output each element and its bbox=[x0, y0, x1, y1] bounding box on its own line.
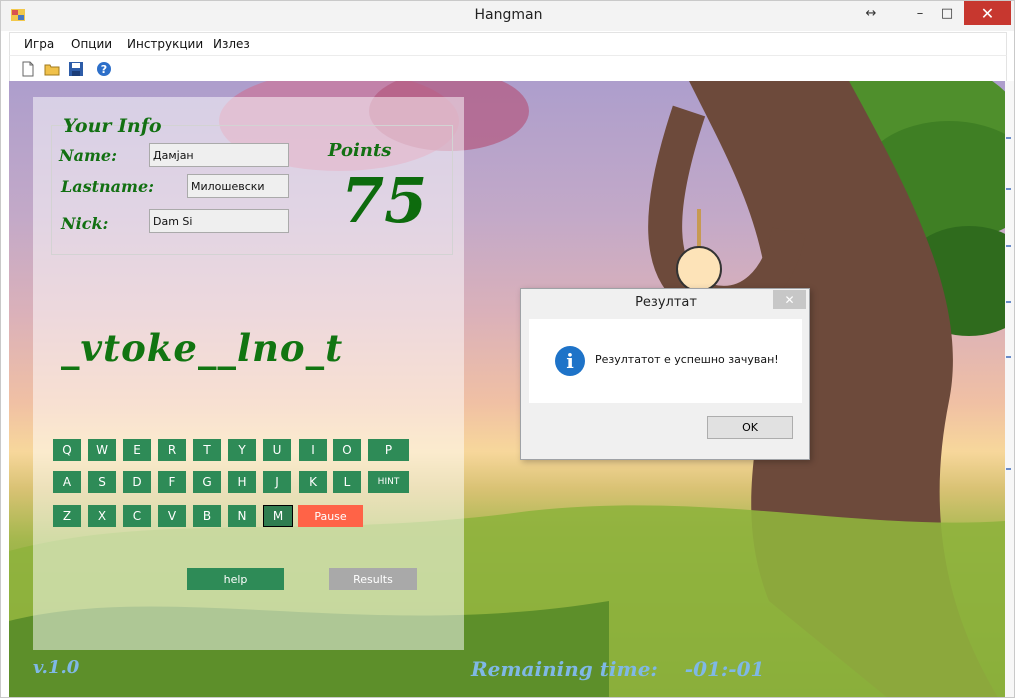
edge-mark bbox=[1006, 468, 1011, 470]
save-icon[interactable] bbox=[68, 61, 84, 77]
lastname-label: Lastname: bbox=[61, 177, 155, 196]
key-k[interactable]: K bbox=[299, 471, 327, 493]
dialog-body: i Резултатот е успешно зачуван! bbox=[529, 319, 802, 403]
svg-text:?: ? bbox=[101, 63, 107, 76]
results-button[interactable]: Results bbox=[329, 568, 417, 590]
key-n[interactable]: N bbox=[228, 505, 256, 527]
name-label: Name: bbox=[59, 146, 118, 165]
result-dialog: Резултат ✕ i Резултатот е успешно зачува… bbox=[520, 288, 810, 460]
key-m[interactable]: M bbox=[263, 505, 293, 527]
version-label: v.1.0 bbox=[33, 657, 80, 678]
key-c[interactable]: C bbox=[123, 505, 151, 527]
key-t[interactable]: T bbox=[193, 439, 221, 461]
lastname-field[interactable]: Милошевски bbox=[187, 174, 289, 198]
key-a[interactable]: A bbox=[53, 471, 81, 493]
key-j[interactable]: J bbox=[263, 471, 291, 493]
toolbar: ? bbox=[9, 55, 1007, 82]
key-x[interactable]: X bbox=[88, 505, 116, 527]
key-p[interactable]: P bbox=[368, 439, 409, 461]
pause-button[interactable]: Pause bbox=[298, 505, 363, 527]
edge-mark bbox=[1006, 137, 1011, 139]
key-i[interactable]: I bbox=[299, 439, 327, 461]
title-bar: Hangman ↔ – □ ✕ bbox=[1, 1, 1014, 31]
dialog-title: Резултат bbox=[635, 295, 697, 310]
key-l[interactable]: L bbox=[333, 471, 361, 493]
help-button[interactable]: help bbox=[187, 568, 284, 590]
key-u[interactable]: U bbox=[263, 439, 291, 461]
key-z[interactable]: Z bbox=[53, 505, 81, 527]
key-r[interactable]: R bbox=[158, 439, 186, 461]
key-v[interactable]: V bbox=[158, 505, 186, 527]
points-label: Points bbox=[328, 140, 392, 161]
menu-instructions[interactable]: Инструкции bbox=[127, 37, 203, 51]
resize-icon[interactable]: ↔ bbox=[849, 1, 893, 25]
key-d[interactable]: D bbox=[123, 471, 151, 493]
key-o[interactable]: O bbox=[333, 439, 361, 461]
edge-mark bbox=[1006, 245, 1011, 247]
key-q[interactable]: Q bbox=[53, 439, 81, 461]
dialog-close-button[interactable]: ✕ bbox=[773, 290, 806, 309]
menu-exit[interactable]: Излез bbox=[213, 37, 250, 51]
name-field[interactable]: Дамјан bbox=[149, 143, 289, 167]
open-folder-icon[interactable] bbox=[44, 61, 60, 77]
help-icon[interactable]: ? bbox=[96, 61, 112, 77]
key-g[interactable]: G bbox=[193, 471, 221, 493]
menu-options[interactable]: Опции bbox=[71, 37, 112, 51]
nick-label: Nick: bbox=[61, 214, 109, 233]
nick-field[interactable]: Dam Si bbox=[149, 209, 289, 233]
app-window: Hangman ↔ – □ ✕ Игра Опции Инструкции Из… bbox=[0, 0, 1015, 698]
hidden-word: _vtoke__lno_t bbox=[61, 326, 344, 370]
right-edge-strip bbox=[1005, 81, 1014, 697]
edge-mark bbox=[1006, 188, 1011, 190]
hint-button[interactable]: HINT bbox=[368, 471, 409, 493]
remaining-time-value: -01:-01 bbox=[684, 657, 765, 681]
menu-game[interactable]: Игра bbox=[24, 37, 54, 51]
key-s[interactable]: S bbox=[88, 471, 116, 493]
ok-button[interactable]: OK bbox=[707, 416, 793, 439]
your-info-title: Your Info bbox=[63, 115, 162, 137]
key-w[interactable]: W bbox=[88, 439, 116, 461]
remaining-time: Remaining time: -01:-01 bbox=[471, 657, 764, 681]
remaining-time-label: Remaining time: bbox=[471, 657, 658, 681]
key-y[interactable]: Y bbox=[228, 439, 256, 461]
info-icon: i bbox=[555, 346, 585, 376]
edge-mark bbox=[1006, 301, 1011, 303]
new-file-icon[interactable] bbox=[20, 61, 36, 77]
menu-bar: Игра Опции Инструкции Излез bbox=[9, 32, 1007, 55]
key-f[interactable]: F bbox=[158, 471, 186, 493]
key-h[interactable]: H bbox=[228, 471, 256, 493]
close-button[interactable]: ✕ bbox=[964, 1, 1011, 25]
key-b[interactable]: B bbox=[193, 505, 221, 527]
points-value: 75 bbox=[341, 164, 428, 237]
edge-mark bbox=[1006, 356, 1011, 358]
dialog-message: Резултатот е успешно зачуван! bbox=[595, 353, 779, 366]
maximize-button[interactable]: □ bbox=[925, 1, 969, 25]
key-e[interactable]: E bbox=[123, 439, 151, 461]
